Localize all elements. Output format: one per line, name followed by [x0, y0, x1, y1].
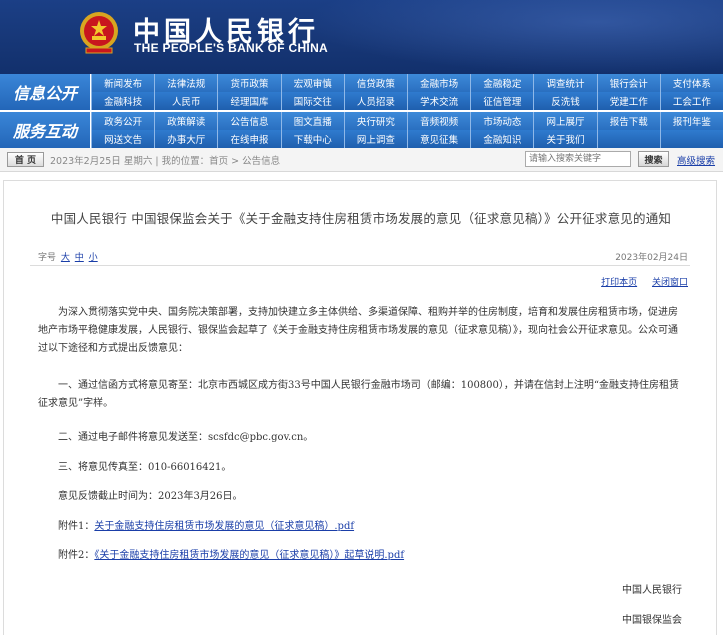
nav-item[interactable]: 经理国库 [217, 92, 281, 110]
nav-item[interactable]: 在线申报 [217, 130, 281, 148]
nav-item[interactable]: 公告信息 [217, 112, 281, 130]
nav-item[interactable]: 音频视频 [407, 112, 471, 130]
signature-pboc: 中国人民银行 [622, 585, 682, 596]
nav-item[interactable]: 政务公开 [91, 112, 155, 130]
nav-item[interactable]: 央行研究 [343, 112, 408, 130]
nav-item[interactable]: 学术交流 [407, 92, 471, 110]
nav-item[interactable]: 政策解读 [154, 112, 218, 130]
paragraph: 为深入贯彻落实党中央、国务院决策部署，支持加快建立多主体供给、多渠道保障、租购并… [38, 307, 678, 354]
nav-item[interactable]: 网上展厅 [533, 112, 597, 130]
main-nav: 信息公开 服务互动 新闻发布 法律法规 货币政策 宏观审慎 信贷政策 金融市场 … [0, 74, 723, 148]
nav-item[interactable]: 反洗钱 [533, 92, 597, 110]
banner-glow [303, 0, 723, 74]
article-title: 中国人民银行 中国银保监会关于《关于金融支持住房租赁市场发展的意见（征求意见稿）… [50, 211, 672, 226]
nav-item[interactable]: 网送文告 [91, 130, 155, 148]
paragraph: 一、通过信函方式将意见寄至：北京市西城区成方街33号中国人民银行金融市场司（邮编… [38, 380, 680, 409]
nav-item[interactable]: 支付体系 [659, 74, 723, 92]
nav-item[interactable]: 新闻发布 [91, 74, 155, 92]
paragraph: 二、通过电子邮件将意见发送至：scsfdc@pbc.gov.cn。 [58, 432, 314, 443]
national-emblem-icon [80, 12, 118, 54]
paragraph: 意见反馈截止时间为：2023年3月26日。 [58, 491, 243, 502]
search-input[interactable] [525, 151, 631, 167]
nav-group-info-public[interactable]: 信息公开 [0, 74, 90, 110]
attachment-label: 附件2： [58, 550, 95, 561]
attachment-2: 附件2：《关于金融支持住房租赁市场发展的意见（征求意见稿）》起草说明.pdf [38, 547, 686, 565]
nav-item[interactable]: 办事大厅 [154, 130, 218, 148]
font-large-link[interactable]: 大 [61, 253, 70, 263]
nav-row-4: 网送文告 办事大厅 在线申报 下载中心 网上调查 意见征集 金融知识 关于我们 [91, 130, 723, 148]
nav-item[interactable]: 工会工作 [659, 92, 723, 110]
nav-item[interactable]: 报刊年鉴 [659, 112, 723, 130]
attachment-label: 附件1： [58, 521, 95, 532]
nav-item[interactable]: 人民币 [154, 92, 218, 110]
font-size-controls: 字号 大 中 小 [38, 250, 98, 263]
font-small-link[interactable]: 小 [89, 253, 98, 263]
nav-item-empty [596, 130, 660, 148]
breadcrumb-bar: 首 页 2023年2月25日 星期六 | 我的位置：首页 > 公告信息 搜索 高… [0, 148, 723, 172]
home-button[interactable]: 首 页 [7, 152, 44, 167]
paragraph: 三、将意见传真至：010-66016421。 [58, 462, 232, 473]
nav-item[interactable]: 金融知识 [470, 130, 534, 148]
nav-item[interactable]: 宏观审慎 [280, 74, 344, 92]
nav-item[interactable]: 意见征集 [407, 130, 471, 148]
logo-english[interactable]: THE PEOPLE'S BANK OF CHINA [134, 41, 328, 55]
nav-item[interactable]: 市场动态 [470, 112, 534, 130]
nav-item[interactable]: 党建工作 [596, 92, 660, 110]
nav-item[interactable]: 信贷政策 [343, 74, 408, 92]
attachment-1-link[interactable]: 关于金融支持住房租赁市场发展的意见（征求意见稿）.pdf [94, 521, 354, 532]
search-button[interactable]: 搜索 [638, 151, 669, 167]
nav-item[interactable]: 征信管理 [470, 92, 534, 110]
nav-item[interactable]: 人员招录 [343, 92, 408, 110]
breadcrumb: 2023年2月25日 星期六 | 我的位置：首页 > 公告信息 [50, 156, 281, 167]
nav-item-empty [659, 130, 723, 148]
header-banner: 中国人民银行 THE PEOPLE'S BANK OF CHINA [0, 0, 723, 74]
nav-group-service[interactable]: 服务互动 [0, 112, 90, 148]
signature-cbirc: 中国银保监会 [622, 615, 682, 626]
nav-item[interactable]: 图文直播 [280, 112, 344, 130]
nav-row-1: 新闻发布 法律法规 货币政策 宏观审慎 信贷政策 金融市场 金融稳定 调查统计 … [91, 74, 723, 92]
nav-row-3: 政务公开 政策解读 公告信息 图文直播 央行研究 音频视频 市场动态 网上展厅 … [91, 112, 723, 130]
nav-item[interactable]: 货币政策 [217, 74, 281, 92]
nav-item[interactable]: 金融科技 [91, 92, 155, 110]
font-medium-link[interactable]: 中 [75, 253, 84, 263]
divider [30, 265, 690, 266]
nav-item[interactable]: 关于我们 [533, 130, 597, 148]
nav-item[interactable]: 调查统计 [533, 74, 597, 92]
nav-item[interactable]: 银行会计 [596, 74, 660, 92]
article-panel: 中国人民银行 中国银保监会关于《关于金融支持住房租赁市场发展的意见（征求意见稿）… [3, 180, 717, 635]
nav-item[interactable]: 国际交往 [280, 92, 344, 110]
nav-item[interactable]: 网上调查 [343, 130, 408, 148]
nav-item[interactable]: 下载中心 [280, 130, 344, 148]
attachment-2-link[interactable]: 《关于金融支持住房租赁市场发展的意见（征求意见稿）》起草说明.pdf [94, 550, 404, 561]
nav-row-2: 金融科技 人民币 经理国库 国际交往 人员招录 学术交流 征信管理 反洗钱 党建… [91, 92, 723, 110]
nav-item[interactable]: 金融市场 [407, 74, 471, 92]
font-size-label: 字号 [38, 253, 57, 263]
print-link[interactable]: 打印本页 [601, 278, 637, 288]
article-tools: 打印本页 关闭窗口 [589, 275, 688, 288]
nav-item[interactable]: 金融稳定 [470, 74, 534, 92]
nav-item[interactable]: 报告下载 [596, 112, 660, 130]
attachment-1: 附件1：关于金融支持住房租赁市场发展的意见（征求意见稿）.pdf [38, 518, 686, 536]
publish-date: 2023年02月24日 [615, 253, 688, 263]
close-window-link[interactable]: 关闭窗口 [652, 278, 688, 288]
advanced-search-link[interactable]: 高级搜索 [677, 153, 715, 167]
nav-item[interactable]: 法律法规 [154, 74, 218, 92]
